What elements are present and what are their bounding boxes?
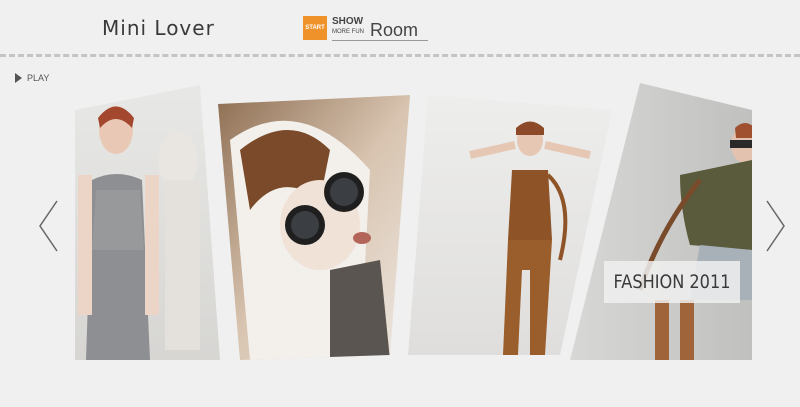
gallery-photo-1[interactable] — [70, 80, 230, 370]
photo-carousel — [70, 80, 752, 370]
gallery-caption: FASHION 2011 — [604, 261, 740, 303]
gallery-photo-2[interactable] — [210, 90, 420, 370]
